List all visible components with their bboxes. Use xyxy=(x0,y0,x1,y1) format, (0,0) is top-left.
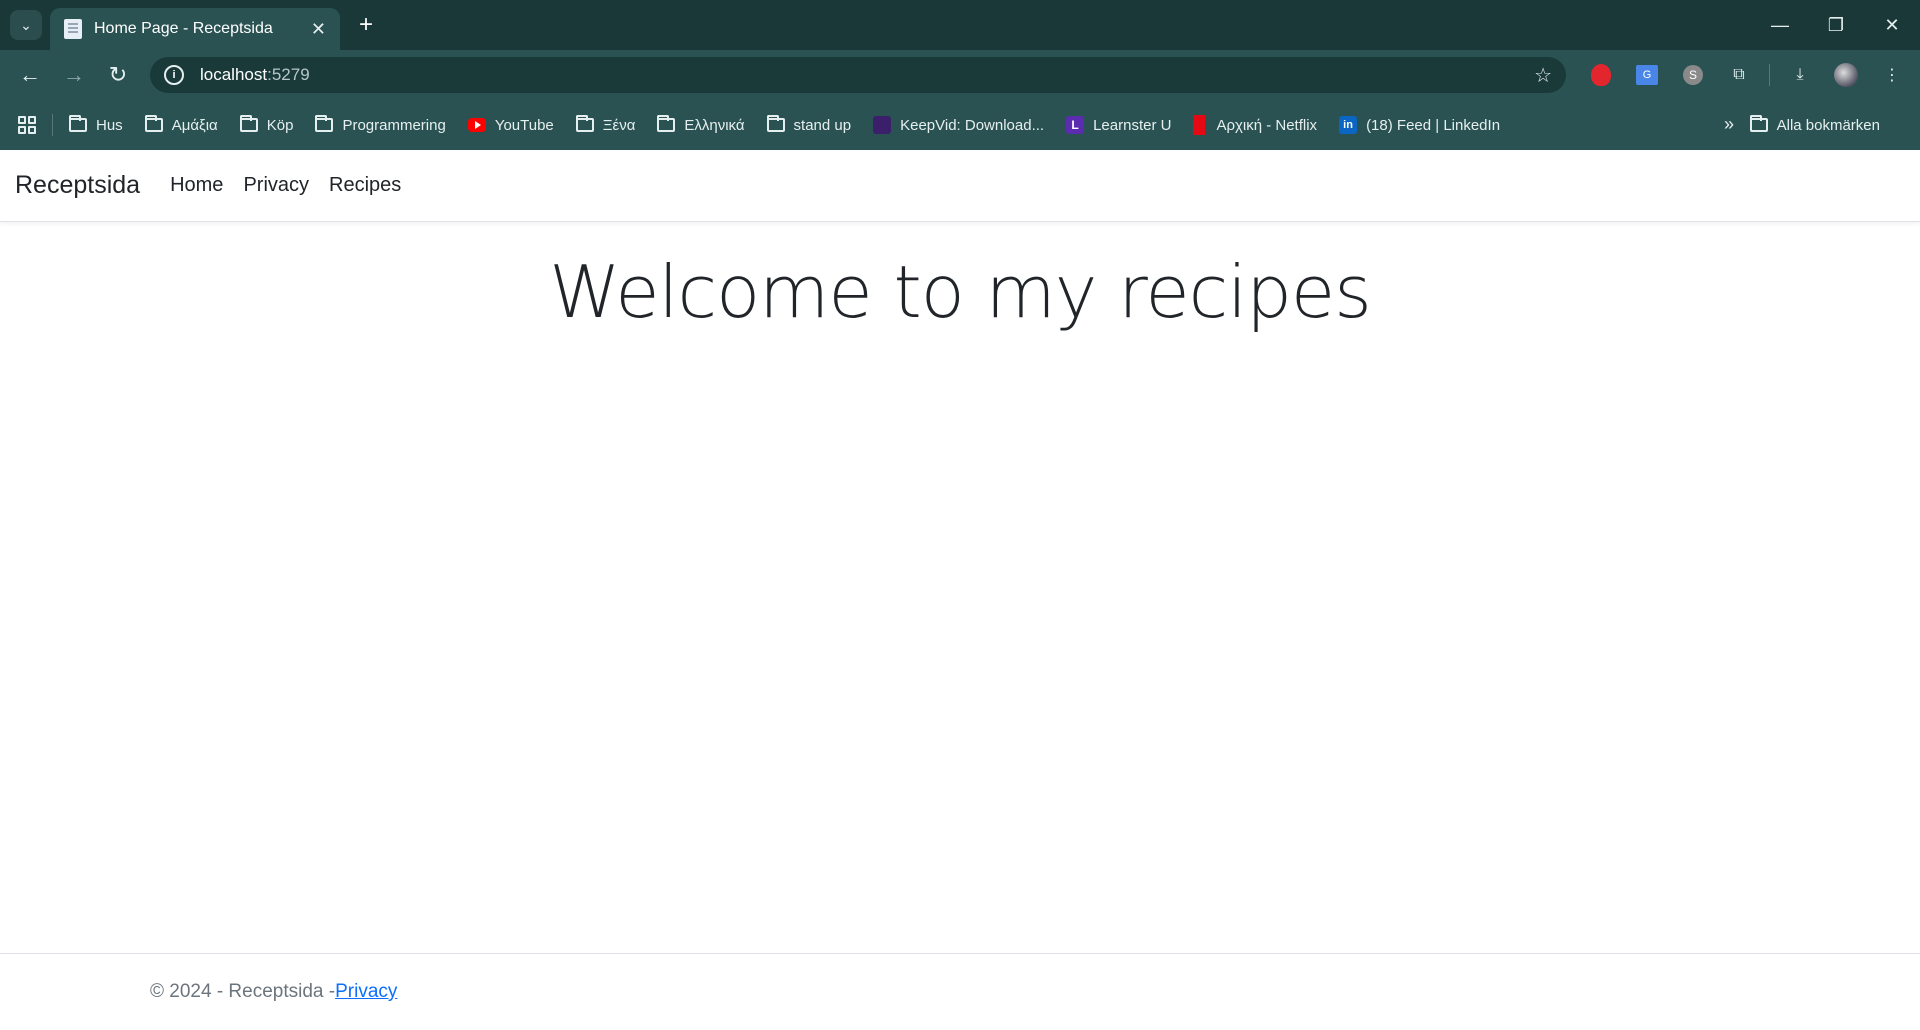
linkedin-icon: in xyxy=(1339,116,1358,134)
url-text[interactable]: localhost:5279 xyxy=(200,65,1534,85)
adblock-extension-icon[interactable] xyxy=(1585,59,1617,91)
profile-avatar[interactable] xyxy=(1830,59,1862,91)
extensions-puzzle-icon[interactable]: ⧉ xyxy=(1723,59,1755,91)
folder-icon xyxy=(144,115,163,132)
browser-chrome: ⌄ Home Page - Receptsida ✕ + — ❐ ✕ ← → ↻… xyxy=(0,0,1920,150)
youtube-icon xyxy=(467,118,486,132)
reload-button[interactable]: ↻ xyxy=(100,57,136,93)
footer-copyright: © 2024 - Receptsida - xyxy=(150,981,336,1002)
tab-title: Home Page - Receptsida xyxy=(94,20,273,37)
bookmark-item[interactable]: Ξένα xyxy=(575,115,636,134)
bookmark-item[interactable]: KeepVid: Download... xyxy=(873,116,1044,134)
footer-privacy-link[interactable]: Privacy xyxy=(335,981,397,1003)
page-favicon-icon xyxy=(64,19,82,39)
bookmark-label: Αμάξια xyxy=(171,116,218,134)
more-bookmarks-icon[interactable]: » xyxy=(1724,114,1734,135)
site-navbar: Receptsida Home Privacy Recipes xyxy=(0,150,1920,222)
bookmark-item[interactable]: L Learnster U xyxy=(1066,116,1171,134)
bookmark-label: (18) Feed | LinkedIn xyxy=(1366,116,1501,134)
bookmark-label: Ξένα xyxy=(602,116,636,134)
all-bookmarks-button[interactable]: Alla bokmärken xyxy=(1749,100,1902,150)
bookmark-label: Αρχική - Netflix xyxy=(1216,116,1318,134)
apps-grid-icon[interactable] xyxy=(18,116,36,134)
page-heading: Welcome to my recipes xyxy=(549,250,1371,334)
tab-search-button[interactable]: ⌄ xyxy=(10,10,42,40)
browser-toolbar: ← → ↻ i localhost:5279 ☆ G S ⧉ ⤓ ⋮ xyxy=(0,50,1920,100)
download-icon[interactable]: ⤓ xyxy=(1784,59,1816,91)
forward-button[interactable]: → xyxy=(56,57,92,93)
folder-icon xyxy=(69,115,87,132)
bookmark-item[interactable]: Köp xyxy=(239,115,294,134)
folder-icon xyxy=(766,115,785,132)
bookmark-list: Hus Αμάξια Köp Programmering YouTube Ξένα Ελλη… xyxy=(69,115,1522,135)
bookmark-star-icon[interactable]: ☆ xyxy=(1534,63,1552,88)
window-controls: — ❐ ✕ xyxy=(1752,0,1920,50)
translate-extension-icon[interactable]: G xyxy=(1631,59,1663,91)
back-button[interactable]: ← xyxy=(12,57,48,93)
netflix-icon xyxy=(1193,115,1206,135)
bookmarks-divider xyxy=(52,114,53,136)
url-port: :5279 xyxy=(267,65,310,84)
bookmark-item[interactable]: Αρχική - Netflix xyxy=(1193,115,1317,135)
site-brand-link[interactable]: Receptsida xyxy=(15,171,140,200)
close-window-button[interactable]: ✕ xyxy=(1864,0,1920,50)
new-tab-button[interactable]: + xyxy=(352,10,380,40)
learnster-icon: L xyxy=(1066,116,1085,134)
tab-strip: ⌄ Home Page - Receptsida ✕ + — ❐ ✕ xyxy=(0,0,1920,50)
bookmark-label: Hus xyxy=(96,116,123,134)
restore-button[interactable]: ❐ xyxy=(1808,0,1864,50)
hero-section: Welcome to my recipes xyxy=(0,250,1920,334)
folder-icon xyxy=(239,115,258,132)
chevron-down-icon: ⌄ xyxy=(20,16,32,33)
site-info-icon[interactable]: i xyxy=(164,65,184,85)
active-tab[interactable]: Home Page - Receptsida ✕ xyxy=(50,8,340,50)
toolbar-divider xyxy=(1769,64,1770,86)
bookmark-label: Köp xyxy=(266,116,294,134)
close-tab-icon[interactable]: ✕ xyxy=(311,19,326,40)
web-page: Receptsida Home Privacy Recipes Welcome … xyxy=(0,150,1920,1030)
bookmark-label: stand up xyxy=(793,116,852,134)
bookmark-item[interactable]: Hus xyxy=(69,115,123,134)
menu-kebab-icon[interactable]: ⋮ xyxy=(1876,59,1908,91)
minimize-button[interactable]: — xyxy=(1752,0,1808,50)
all-bookmarks-label: Alla bokmärken xyxy=(1776,116,1880,134)
site-footer: © 2024 - Receptsida - Privacy xyxy=(0,953,1920,1030)
bookmark-item[interactable]: Programmering xyxy=(315,115,446,134)
bookmark-item[interactable]: Ελληνικά xyxy=(657,115,745,134)
extensions-area: G S ⧉ ⤓ ⋮ xyxy=(1585,57,1908,93)
nav-link-recipes[interactable]: Recipes xyxy=(329,174,401,197)
folder-icon xyxy=(315,115,334,132)
bookmark-label: Programmering xyxy=(342,116,446,134)
bookmarks-bar: Hus Αμάξια Köp Programmering YouTube Ξένα Ελλη… xyxy=(0,100,1920,150)
address-bar[interactable]: i localhost:5279 ☆ xyxy=(150,57,1566,93)
bookmark-item[interactable]: YouTube xyxy=(467,116,554,134)
bookmark-item[interactable]: stand up xyxy=(766,115,852,134)
bookmark-label: Learnster U xyxy=(1093,116,1172,134)
folder-icon xyxy=(657,115,676,132)
bookmark-item[interactable]: in (18) Feed | LinkedIn xyxy=(1339,116,1500,134)
bookmark-label: Ελληνικά xyxy=(684,116,745,134)
folder-icon xyxy=(1749,115,1768,132)
bookmark-item[interactable]: Αμάξια xyxy=(144,115,218,134)
folder-icon xyxy=(575,115,594,132)
url-host: localhost xyxy=(200,65,268,84)
nav-link-privacy[interactable]: Privacy xyxy=(243,174,309,197)
skype-extension-icon[interactable]: S xyxy=(1677,59,1709,91)
keepvid-icon xyxy=(873,116,892,134)
bookmark-label: KeepVid: Download... xyxy=(900,116,1045,134)
bookmark-label: YouTube xyxy=(494,116,554,134)
nav-link-home[interactable]: Home xyxy=(170,174,223,197)
